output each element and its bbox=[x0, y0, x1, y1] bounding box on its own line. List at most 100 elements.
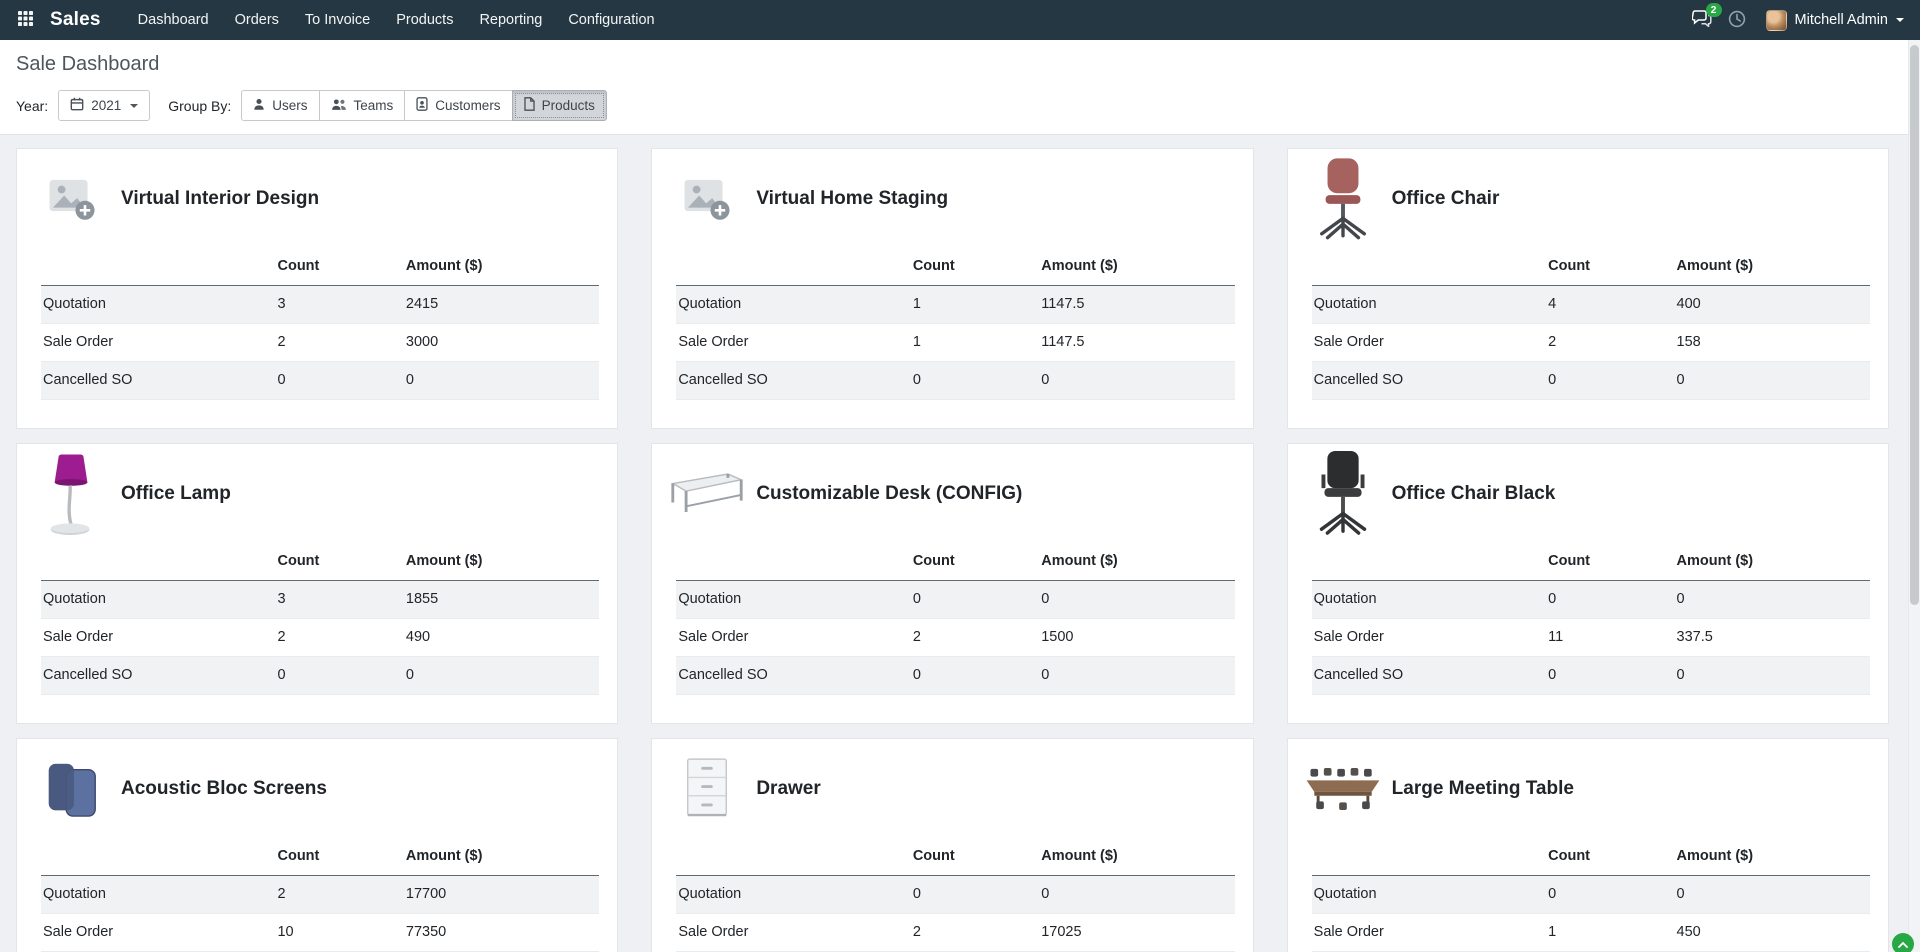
row-count: 2 bbox=[911, 913, 1039, 951]
main-menu: Dashboard Orders To Invoice Products Rep… bbox=[125, 0, 668, 40]
kpi-header-row: Count Amount ($) bbox=[41, 837, 599, 875]
column-header-count: Count bbox=[275, 837, 403, 875]
row-label: Sale Order bbox=[1312, 323, 1546, 361]
product-card: Office Lamp Count Amount ($) Quotation31… bbox=[16, 443, 618, 724]
kpi-table: Count Amount ($) Quotation4400Sale Order… bbox=[1312, 247, 1870, 400]
kpi-table: Count Amount ($) Quotation00Sale Order11… bbox=[1312, 542, 1870, 695]
row-label: Sale Order bbox=[676, 913, 910, 951]
empty-header-cell bbox=[41, 837, 275, 875]
user-menu[interactable]: Mitchell Admin bbox=[1762, 0, 1908, 40]
kpi-row: Quotation31855 bbox=[41, 580, 599, 618]
row-amount: 158 bbox=[1675, 323, 1870, 361]
row-label: Sale Order bbox=[41, 323, 275, 361]
empty-header-cell bbox=[1312, 542, 1546, 580]
nav-item-dashboard[interactable]: Dashboard bbox=[125, 0, 222, 40]
row-amount: 0 bbox=[1039, 580, 1234, 618]
row-amount: 77350 bbox=[404, 913, 599, 951]
column-header-amount: Amount ($) bbox=[404, 837, 599, 875]
row-amount: 1855 bbox=[404, 580, 599, 618]
nav-item-reporting[interactable]: Reporting bbox=[466, 0, 555, 40]
kpi-header-row: Count Amount ($) bbox=[676, 837, 1234, 875]
column-header-count: Count bbox=[911, 837, 1039, 875]
year-dropdown[interactable]: 2021 bbox=[58, 90, 150, 121]
column-header-count: Count bbox=[275, 247, 403, 285]
nav-item-products[interactable]: Products bbox=[383, 0, 466, 40]
clock-icon bbox=[1728, 10, 1746, 31]
row-amount: 3000 bbox=[404, 323, 599, 361]
product-card: Customizable Desk (CONFIG) Count Amount … bbox=[651, 443, 1253, 724]
column-header-amount: Amount ($) bbox=[1675, 247, 1870, 285]
group-by-users-label: Users bbox=[272, 98, 307, 113]
column-header-amount: Amount ($) bbox=[1039, 247, 1234, 285]
kpi-row: Quotation217700 bbox=[41, 875, 599, 913]
row-amount: 0 bbox=[1039, 875, 1234, 913]
vertical-scrollbar[interactable] bbox=[1908, 40, 1920, 952]
row-label: Cancelled SO bbox=[1312, 361, 1546, 399]
office-chair-black-image bbox=[1304, 449, 1382, 539]
desk-image bbox=[668, 449, 746, 539]
kpi-row: Sale Order2158 bbox=[1312, 323, 1870, 361]
row-label: Sale Order bbox=[676, 323, 910, 361]
row-count: 1 bbox=[911, 323, 1039, 361]
row-count: 0 bbox=[275, 361, 403, 399]
product-card: Drawer Count Amount ($) Quotation00Sale … bbox=[651, 738, 1253, 952]
column-header-count: Count bbox=[1546, 542, 1674, 580]
app-name[interactable]: Sales bbox=[50, 9, 101, 31]
row-count: 2 bbox=[275, 875, 403, 913]
column-header-count: Count bbox=[911, 247, 1039, 285]
row-amount: 1147.5 bbox=[1039, 323, 1234, 361]
row-count: 2 bbox=[911, 618, 1039, 656]
column-header-amount: Amount ($) bbox=[1675, 837, 1870, 875]
kpi-row: Sale Order1077350 bbox=[41, 913, 599, 951]
group-by-products-button[interactable]: Products bbox=[512, 90, 607, 121]
empty-header-cell bbox=[41, 542, 275, 580]
column-header-amount: Amount ($) bbox=[1675, 542, 1870, 580]
group-by-customers-button[interactable]: Customers bbox=[404, 90, 512, 121]
row-amount: 0 bbox=[404, 656, 599, 694]
group-by-teams-label: Teams bbox=[354, 98, 394, 113]
group-by-customers-label: Customers bbox=[435, 98, 500, 113]
card-header: Office Lamp bbox=[17, 444, 617, 540]
row-amount: 490 bbox=[404, 618, 599, 656]
user-icon bbox=[253, 98, 265, 114]
messages-button[interactable]: 2 bbox=[1692, 10, 1712, 30]
apps-menu-button[interactable] bbox=[10, 0, 40, 40]
row-amount: 17025 bbox=[1039, 913, 1234, 951]
nav-item-to-invoice[interactable]: To Invoice bbox=[292, 0, 383, 40]
row-label: Sale Order bbox=[1312, 618, 1546, 656]
message-count-badge: 2 bbox=[1706, 3, 1722, 17]
kpi-table: Count Amount ($) Quotation32415Sale Orde… bbox=[41, 247, 599, 400]
apps-grid-icon bbox=[18, 11, 33, 29]
kpi-row: Quotation00 bbox=[676, 580, 1234, 618]
row-count: 1 bbox=[1546, 913, 1674, 951]
kpi-table: Count Amount ($) Quotation31855Sale Orde… bbox=[41, 542, 599, 695]
kpi-row: Cancelled SO00 bbox=[41, 656, 599, 694]
row-count: 1 bbox=[911, 285, 1039, 323]
group-by-users-button[interactable]: Users bbox=[241, 90, 319, 121]
scrollbar-thumb[interactable] bbox=[1910, 45, 1919, 605]
row-label: Quotation bbox=[676, 285, 910, 323]
kpi-row: Sale Order1450 bbox=[1312, 913, 1870, 951]
row-label: Quotation bbox=[41, 285, 275, 323]
row-amount: 1500 bbox=[1039, 618, 1234, 656]
scroll-top-button[interactable] bbox=[1892, 933, 1914, 952]
calendar-icon bbox=[70, 97, 84, 114]
nav-item-orders[interactable]: Orders bbox=[222, 0, 292, 40]
row-amount: 450 bbox=[1675, 913, 1870, 951]
row-amount: 0 bbox=[1675, 656, 1870, 694]
group-by-label: Group By: bbox=[168, 98, 231, 114]
product-card: Large Meeting Table Count Amount ($) Quo… bbox=[1287, 738, 1889, 952]
product-title: Office Lamp bbox=[121, 483, 231, 505]
activity-clock-button[interactable] bbox=[1728, 10, 1746, 31]
page-title: Sale Dashboard bbox=[16, 53, 1904, 76]
row-amount: 400 bbox=[1675, 285, 1870, 323]
row-count: 3 bbox=[275, 580, 403, 618]
kpi-row: Quotation00 bbox=[676, 875, 1234, 913]
file-icon bbox=[524, 97, 535, 114]
row-label: Sale Order bbox=[41, 618, 275, 656]
empty-header-cell bbox=[41, 247, 275, 285]
kpi-table: Count Amount ($) Quotation00Sale Order14… bbox=[1312, 837, 1870, 952]
group-by-teams-button[interactable]: Teams bbox=[319, 90, 406, 121]
row-count: 0 bbox=[1546, 580, 1674, 618]
nav-item-configuration[interactable]: Configuration bbox=[555, 0, 667, 40]
